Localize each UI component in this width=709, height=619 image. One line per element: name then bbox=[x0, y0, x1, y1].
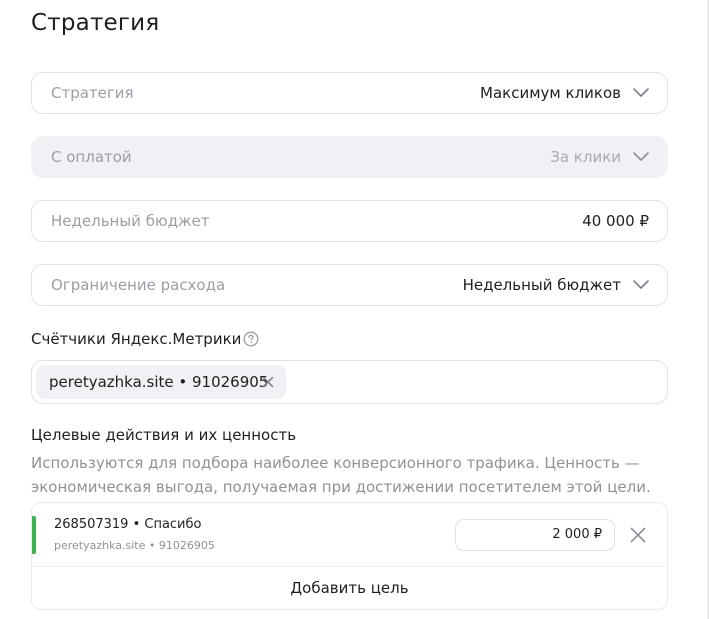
counters-field[interactable]: peretyazhka.site • 91026905 bbox=[31, 360, 668, 404]
chevron-down-icon bbox=[633, 88, 649, 97]
counter-chip[interactable]: peretyazhka.site • 91026905 bbox=[36, 365, 286, 399]
goal-value-input[interactable]: 2 000 ₽ bbox=[455, 519, 615, 551]
counters-label: Счётчики Яндекс.Метрики bbox=[31, 330, 242, 348]
counter-chip-label: peretyazhka.site • 91026905 bbox=[49, 373, 269, 391]
goal-status-accent bbox=[32, 516, 36, 554]
weekly-budget-value: 40 000 ₽ bbox=[582, 212, 649, 230]
strategy-value: Максимум кликов bbox=[480, 84, 621, 102]
strategy-select[interactable]: Стратегия Максимум кликов bbox=[31, 72, 668, 114]
goals-label: Целевые действия и их ценность bbox=[31, 426, 297, 444]
payment-value: За клики bbox=[550, 148, 621, 166]
payment-select: С оплатой За клики bbox=[31, 136, 668, 178]
goal-counter: peretyazhka.site • 91026905 bbox=[54, 539, 215, 552]
close-icon[interactable] bbox=[262, 376, 274, 388]
goal-row: 268507319 • Спасибо peretyazhka.site • 9… bbox=[32, 503, 667, 567]
chevron-down-icon bbox=[633, 280, 649, 289]
question-circle-icon[interactable] bbox=[243, 331, 259, 347]
spend-limit-label: Ограничение расхода bbox=[51, 276, 226, 294]
close-icon[interactable] bbox=[630, 527, 646, 543]
chevron-down-icon bbox=[633, 152, 649, 161]
weekly-budget-input[interactable]: Недельный бюджет 40 000 ₽ bbox=[31, 200, 668, 242]
goal-title: 268507319 • Спасибо bbox=[54, 517, 202, 532]
goals-list: 268507319 • Спасибо peretyazhka.site • 9… bbox=[31, 502, 668, 610]
goal-value: 2 000 ₽ bbox=[552, 527, 602, 542]
goals-description: Используются для подбора наиболее конвер… bbox=[31, 454, 651, 496]
weekly-budget-label: Недельный бюджет bbox=[51, 212, 210, 230]
page-title: Стратегия bbox=[31, 10, 160, 36]
spend-limit-value: Недельный бюджет bbox=[462, 276, 621, 294]
add-goal-button[interactable]: Добавить цель bbox=[32, 567, 667, 609]
payment-label: С оплатой bbox=[51, 148, 132, 166]
spend-limit-select[interactable]: Ограничение расхода Недельный бюджет bbox=[31, 264, 668, 306]
strategy-label: Стратегия bbox=[51, 84, 134, 102]
